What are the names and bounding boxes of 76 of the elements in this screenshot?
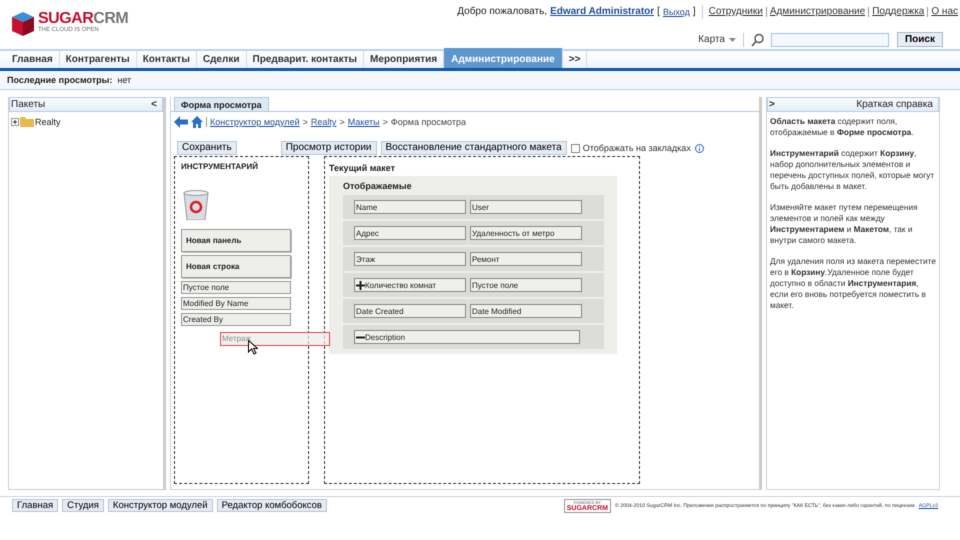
top-link[interactable]: Сотрудники [708, 6, 763, 17]
layout-title: Текущий макет [329, 163, 396, 173]
footer-button[interactable]: Главная [12, 499, 58, 512]
top-link[interactable]: Администрирование [770, 6, 866, 17]
checkbox-label: Отображать на закладках [582, 143, 691, 153]
layout-field[interactable]: Удаленность от метро [470, 226, 582, 240]
layout-field[interactable]: Description [354, 330, 580, 344]
checkbox[interactable] [570, 144, 580, 152]
nav-tab[interactable]: Главная [6, 51, 60, 68]
bracket-text: [ [657, 6, 660, 17]
layout-field[interactable]: Name [354, 200, 466, 214]
field-item[interactable]: Пустое поле [181, 281, 291, 294]
panel-title: Отображаемые [343, 181, 413, 193]
nav-tab[interactable]: Контрагенты [60, 51, 137, 68]
home-icon[interactable] [191, 116, 203, 128]
logout-link[interactable]: Выход [662, 6, 690, 16]
breadcrumb-link[interactable]: Макеты [348, 117, 380, 127]
breadcrumb-current: Форма просмотра [390, 117, 466, 127]
layout-field[interactable]: Адрес [354, 226, 466, 240]
help-paragraph: Для удаления поля из макета переместите его в Корзину.Удаленное поле будет доступно в области Инструментария, если его вновь потребуется поместить в макет. [770, 256, 936, 311]
layout-field[interactable]: Этаж [354, 252, 466, 266]
breadcrumb-separator: > [302, 117, 308, 127]
nav-tab[interactable]: Сделки [196, 51, 246, 68]
top-link[interactable]: Поддержка [872, 6, 924, 17]
layout-field[interactable]: User [470, 200, 582, 214]
help-paragraph: Изменяйте макет путем перемещения элементов и полей как между Инструментарием и Макетом, так и внутри самого макета. [770, 202, 919, 246]
expand-button[interactable]: > [769, 99, 775, 110]
collapse-button[interactable]: < [151, 99, 157, 110]
search-button[interactable]: Поиск [896, 32, 943, 47]
back-arrow-icon[interactable] [174, 116, 188, 128]
search-icon[interactable] [750, 32, 765, 46]
cube-icon [11, 11, 35, 37]
trash-bin-icon [183, 190, 209, 220]
plus-box-icon[interactable] [11, 118, 19, 126]
user-link[interactable]: Edward Administrator [550, 6, 654, 17]
bracket-text: ] [692, 6, 696, 17]
breadcrumb-link[interactable]: Конструктор модулей [210, 117, 300, 127]
breadcrumb-separator: > [339, 117, 345, 127]
action-button[interactable]: Просмотр истории [280, 141, 376, 155]
footer-button[interactable]: Конструктор модулей [108, 499, 213, 512]
toolbox-element[interactable]: Новая панель [181, 229, 291, 252]
breadcrumb-separator: > [382, 117, 388, 127]
field-item[interactable]: Modified By Name [181, 297, 291, 310]
toolbox-title: ИНСТРУМЕНТАРИЙ [181, 162, 259, 171]
breadcrumb-link[interactable]: Realty [310, 117, 336, 127]
info-icon[interactable] [694, 144, 704, 152]
caret-icon[interactable] [728, 38, 736, 42]
panel-title: Пакеты [11, 99, 46, 110]
map-menu[interactable]: Карта [698, 34, 725, 45]
layout-field[interactable]: Ремонт [470, 252, 582, 266]
nav-tab[interactable]: Контакты [136, 51, 197, 68]
footer-button[interactable]: Редактор комбобоксов [216, 499, 327, 512]
layout-field[interactable]: Количество комнат [354, 278, 466, 292]
search-field[interactable] [770, 32, 889, 46]
action-button[interactable]: Восстановление стандартного макета [380, 141, 567, 155]
plus-icon[interactable] [356, 280, 365, 290]
tree-item[interactable]: Realty [35, 116, 61, 126]
toolbox-element[interactable]: Новая строка [181, 255, 291, 278]
help-paragraph: Инструментарий содержит Корзину, набор дополнительных элементов и перечень доступных полей, которые могут быть добавлены в макет. [770, 148, 936, 192]
nav-tab[interactable]: >> [562, 51, 588, 68]
layout-field[interactable]: Date Created [354, 304, 466, 318]
field-item[interactable]: Created By [181, 313, 291, 326]
help-paragraph: Область макета содержит поля, отображаемые в Форме просмотра. [770, 116, 915, 138]
top-link[interactable]: О нас [931, 6, 958, 17]
logo-wordmark: SUGARCRM [38, 11, 128, 27]
save-button[interactable]: Сохранить [177, 141, 237, 155]
recent-label: Последние просмотры: [7, 75, 112, 85]
recent-value: нет [117, 75, 132, 85]
editor-tab[interactable]: Форма просмотра [174, 97, 269, 111]
nav-tab[interactable]: Предварит. контакты [246, 51, 364, 68]
panel-title: Краткая справка [856, 99, 933, 110]
layout-field[interactable]: Date Modified [470, 304, 582, 318]
folder-icon [20, 116, 34, 127]
welcome-text: Добро пожаловать, [457, 6, 548, 17]
footer-button[interactable]: Студия [62, 499, 104, 512]
layout-field[interactable]: Пустое поле [470, 278, 582, 292]
